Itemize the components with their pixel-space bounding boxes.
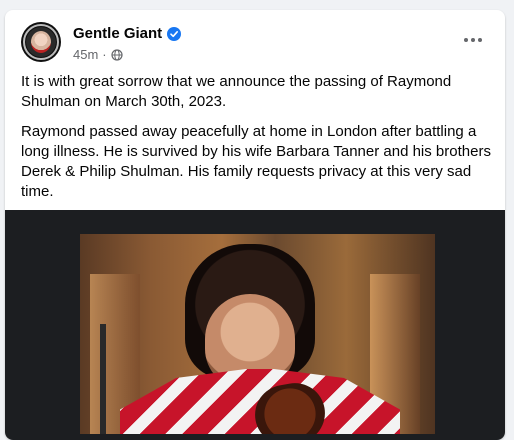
more-options-dot <box>471 38 475 42</box>
more-options-dot <box>478 38 482 42</box>
post-timestamp[interactable]: 45m <box>73 47 98 62</box>
post-body: It is with great sorrow that we announce… <box>21 72 491 212</box>
post-media[interactable] <box>5 210 505 440</box>
more-options-dot <box>464 38 468 42</box>
post-card: Gentle Giant 45m · It is with great sorr… <box>5 10 505 440</box>
page-avatar[interactable] <box>21 22 61 62</box>
post-photo[interactable] <box>80 234 435 434</box>
globe-icon[interactable] <box>111 48 123 61</box>
avatar-face <box>31 31 51 53</box>
more-options-button[interactable] <box>457 24 489 56</box>
meta-separator: · <box>102 47 107 62</box>
verified-badge-icon <box>167 26 182 41</box>
page-name-row: Gentle Giant <box>73 25 182 42</box>
checkmark-icon <box>170 30 179 37</box>
page-name[interactable]: Gentle Giant <box>73 25 162 42</box>
post-paragraph: It is with great sorrow that we announce… <box>21 73 452 110</box>
post-paragraph: Raymond passed away peacefully at home i… <box>21 123 491 200</box>
microphone-stand <box>100 324 106 434</box>
post-meta: 45m · <box>73 47 123 62</box>
post-header: Gentle Giant 45m · <box>21 22 493 62</box>
